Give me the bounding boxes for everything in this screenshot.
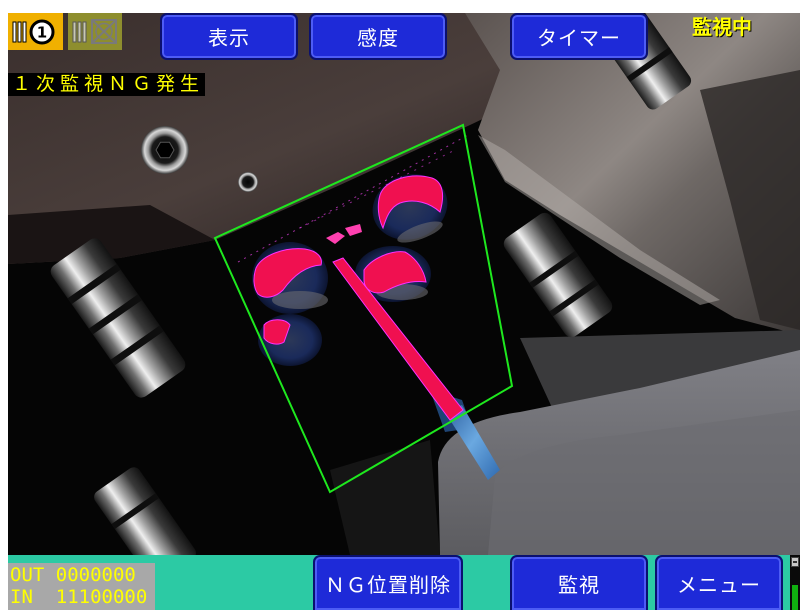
- camera-2-button[interactable]: [68, 13, 122, 50]
- in-counter-value: 11100000: [55, 586, 148, 608]
- camera-1-icon: 1: [12, 19, 55, 45]
- indicator-bar: [792, 585, 798, 610]
- status-indicator-icon: [790, 555, 800, 610]
- indicator-top: [791, 557, 799, 567]
- in-counter-label: IN: [10, 586, 33, 608]
- out-counter-value: 0000000: [55, 564, 136, 586]
- bottom-bar: OUT 0000000 IN 11100000 ＮＧ位置削除 監視 メニュー: [8, 555, 800, 610]
- monitor-button[interactable]: 監視: [510, 555, 648, 610]
- ng-alert-message: １次監視ＮＧ発生: [8, 73, 205, 96]
- io-counters: OUT 0000000 IN 11100000: [8, 563, 155, 610]
- out-counter: OUT 0000000: [10, 564, 155, 586]
- sensitivity-button[interactable]: 感度: [309, 13, 447, 60]
- timer-button[interactable]: タイマー: [510, 13, 648, 60]
- monitor-screen: 1 表示 感度 タイマー 監視中 １次監視ＮＧ発生 OUT 0000000 IN…: [0, 0, 800, 610]
- display-button[interactable]: 表示: [160, 13, 298, 60]
- camera-2-disabled-icon: [72, 19, 117, 44]
- menu-button[interactable]: メニュー: [655, 555, 783, 610]
- out-counter-label: OUT: [10, 564, 45, 586]
- camera-number: 1: [37, 24, 47, 42]
- in-counter: IN 11100000: [10, 586, 155, 608]
- camera-1-button[interactable]: 1: [8, 13, 63, 50]
- ng-position-clear-button[interactable]: ＮＧ位置削除: [313, 555, 463, 610]
- monitoring-status: 監視中: [692, 15, 752, 39]
